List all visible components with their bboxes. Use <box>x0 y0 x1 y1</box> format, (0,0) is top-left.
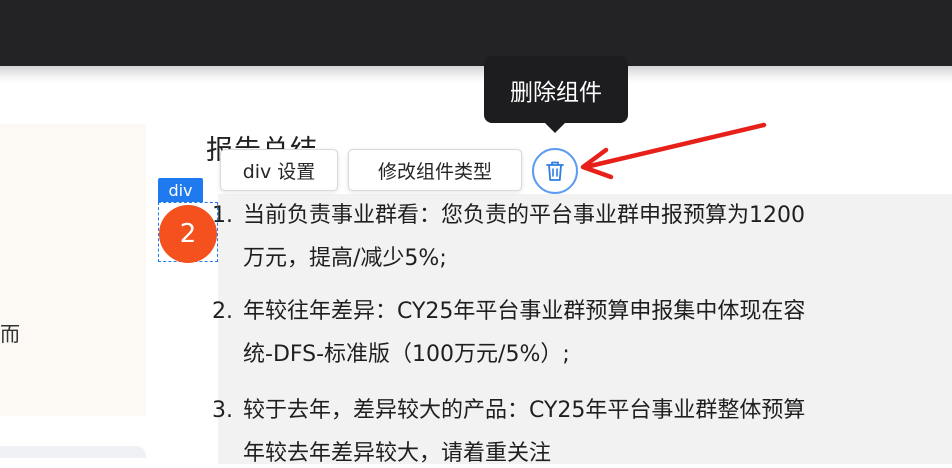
red-arrow-annotation <box>580 122 767 180</box>
